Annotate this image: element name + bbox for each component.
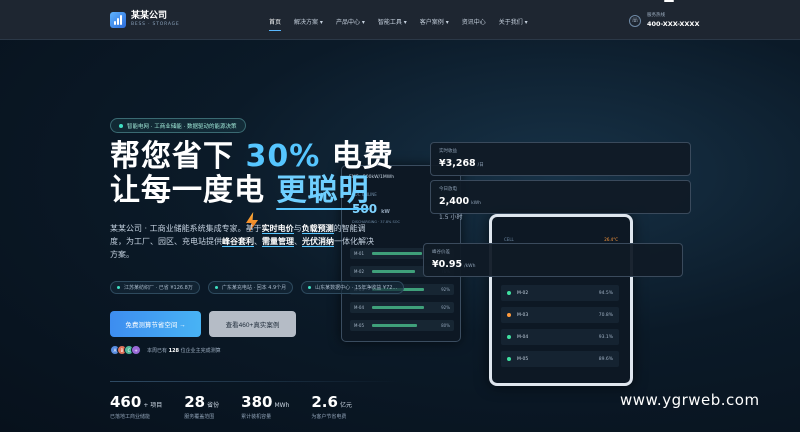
stat-provinces: 28 省份 服务覆盖范围 <box>184 393 220 420</box>
avatar: + <box>131 345 141 355</box>
cell-temp: 26.4°C <box>604 237 618 242</box>
hero-tag: 智能电网 · 工商业储能 · 数据驱动的能源决策 <box>110 118 246 133</box>
menu-item-home[interactable]: 首页 <box>269 17 282 31</box>
status-dot <box>507 357 511 361</box>
window-indicator <box>664 0 674 2</box>
price-gap-card: 峰谷价差 ¥0.95/kWh <box>423 243 683 277</box>
logo[interactable]: 某某公司 BESS · STORAGE <box>110 12 180 28</box>
phone-mockup: CELL 26.4°C M-02 94.5% M-03 70.8% M-04 93.1… <box>489 214 633 386</box>
case-chip[interactable]: 江苏某纺织厂 · 已省 ¥126.8万 <box>110 281 200 294</box>
discharge-hours: 1.5 小时 <box>439 214 463 221</box>
logo-subtitle: BESS · STORAGE <box>131 22 180 28</box>
module-fill-bar <box>371 306 424 309</box>
status-dot <box>507 313 511 317</box>
avatar-group: A B C + <box>110 345 141 355</box>
hero-description: 某某公司 · 工商业储能系统集成专家。基于实时电价与负载预测的智能调度，为工厂、… <box>110 224 374 259</box>
case-chips: 江苏某纺织厂 · 已省 ¥126.8万 广东某充电站 · 回本 4.9个月 山东… <box>110 281 405 294</box>
menu-item-products[interactable]: 产品中心 ▾ <box>336 17 365 26</box>
battery-row: M-05 89.6% <box>501 351 619 367</box>
discharge-card: 今日放电 2,400 kWh <box>430 180 691 214</box>
tag-dot-icon <box>119 123 123 128</box>
case-chip[interactable]: 山东某数据中心 · 15年净收益 ¥72... <box>301 281 405 294</box>
cell-label: CELL <box>504 237 514 242</box>
status-dot <box>507 335 511 339</box>
hotline-number: 400-XXX-XXXX <box>647 19 700 28</box>
stats-row: 460 + 项目 已落地工商业储能 28 省份 服务覆盖范围 380 MWh 累计装机容量 … <box>110 394 352 420</box>
stat-savings: 2.6 亿元 为客户节省电费 <box>311 393 352 420</box>
menu-item-about[interactable]: 关于我们 ▾ <box>499 17 528 26</box>
module-row: M-05 80% <box>350 320 454 331</box>
hero-title: 帮您省下 30% 电费 让每一度电 更聪明 <box>110 139 394 208</box>
module-fill-bar <box>371 324 417 327</box>
menu-item-news[interactable]: 资讯中心 <box>462 17 486 26</box>
logo-icon <box>110 12 126 28</box>
watermark-text: www.ygrweb.com <box>620 391 760 409</box>
module-row: M-04 92% <box>350 302 454 313</box>
top-nav: 某某公司 BESS · STORAGE 首页 解决方案 ▾ 产品中心 ▾ 智能工… <box>0 0 800 40</box>
case-chip[interactable]: 广东某充电站 · 回本 4.9个月 <box>207 281 294 294</box>
divider <box>110 381 400 382</box>
status-dot <box>507 291 511 295</box>
menu-item-tools[interactable]: 智能工具 ▾ <box>378 17 407 26</box>
menu-item-cases[interactable]: 客户案例 ▾ <box>420 17 449 26</box>
stat-projects: 460 + 项目 已落地工商业储能 <box>110 393 163 420</box>
users-count-text: 本周已有 128 位企业主完成测算 <box>147 347 221 354</box>
battery-row: M-04 93.1% <box>501 329 619 345</box>
main-menu: 首页 解决方案 ▾ 产品中心 ▾ 智能工具 ▾ 客户案例 ▾ 资讯中心 关于我们… <box>269 17 528 31</box>
menu-item-solutions[interactable]: 解决方案 ▾ <box>294 17 323 26</box>
hotline-label: 服务热线 <box>647 13 665 18</box>
social-proof: A B C + 本周已有 128 位企业主完成测算 <box>110 345 221 355</box>
module-fill-bar <box>371 270 415 273</box>
battery-row: M-03 70.8% <box>501 307 619 323</box>
free-estimate-button[interactable]: 免费测算节省空间 → <box>110 311 201 337</box>
revenue-card: 实时收益 ¥3,268/日 <box>430 142 691 176</box>
battery-row: M-02 94.5% <box>501 285 619 301</box>
phone-icon: ☏ <box>629 14 641 27</box>
view-cases-button[interactable]: 查看460+真实案例 <box>209 311 296 337</box>
logo-name: 某某公司 <box>131 11 168 22</box>
stat-capacity: 380 MWh 累计装机容量 <box>241 393 290 420</box>
hotline[interactable]: ☏ 服务热线 400-XXX-XXXX <box>629 13 700 28</box>
